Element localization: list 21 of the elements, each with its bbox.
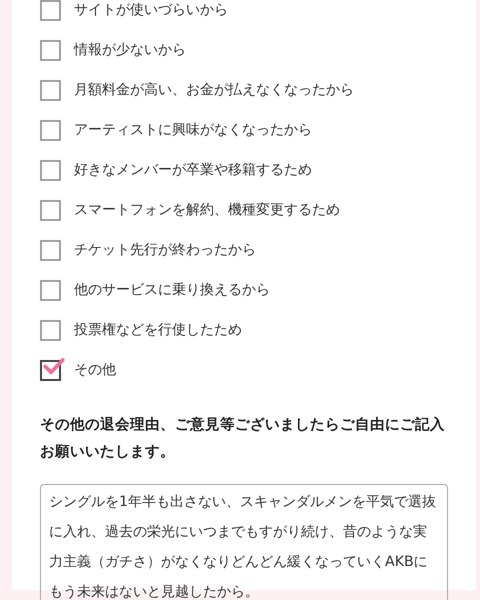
checkbox-label[interactable]: その他 [74,361,116,379]
checkbox-label[interactable]: 好きなメンバーが卒業や移籍するため [74,161,312,179]
comment-field[interactable]: シングルを1年半も出さない、スキャンダルメンを平気で選抜に入れ、過去の栄光にいつまでもすがり続け、昔のような実力主義（ガチさ）がなくなりどんどん緩くなっていくAKBにもう未来はないと見越したから。 [40,484,448,600]
checkbox[interactable] [40,280,61,300]
checkbox[interactable] [40,0,61,20]
checkbox-label[interactable]: アーティストに興味がなくなったから [74,121,312,139]
checkbox[interactable] [40,200,61,220]
checkbox[interactable] [40,120,61,140]
checkbox[interactable] [40,80,61,100]
checkbox-label[interactable]: 情報が少ないから [74,41,186,59]
checkbox[interactable] [40,160,61,180]
comment-question: その他の退会理由、ご意見等ございましたらご自由にご記入お願いいたします。 [40,416,445,462]
checkbox-label[interactable]: サイトが使いづらいから [74,1,228,19]
checkbox[interactable] [40,240,61,260]
checkbox-label[interactable]: 月額料金が高い、お金が払えなくなったから [74,81,354,99]
checkbox[interactable] [40,320,61,340]
checkbox-label[interactable]: スマートフォンを解約、機種変更するため [74,201,340,219]
checkbox-label[interactable]: 投票権などを行使したため [74,321,242,339]
checkbox-label[interactable]: 他のサービスに乗り換えるから [74,281,270,299]
checkbox[interactable] [40,40,61,60]
checkbox-label[interactable]: チケット先行が終わったから [74,241,256,259]
